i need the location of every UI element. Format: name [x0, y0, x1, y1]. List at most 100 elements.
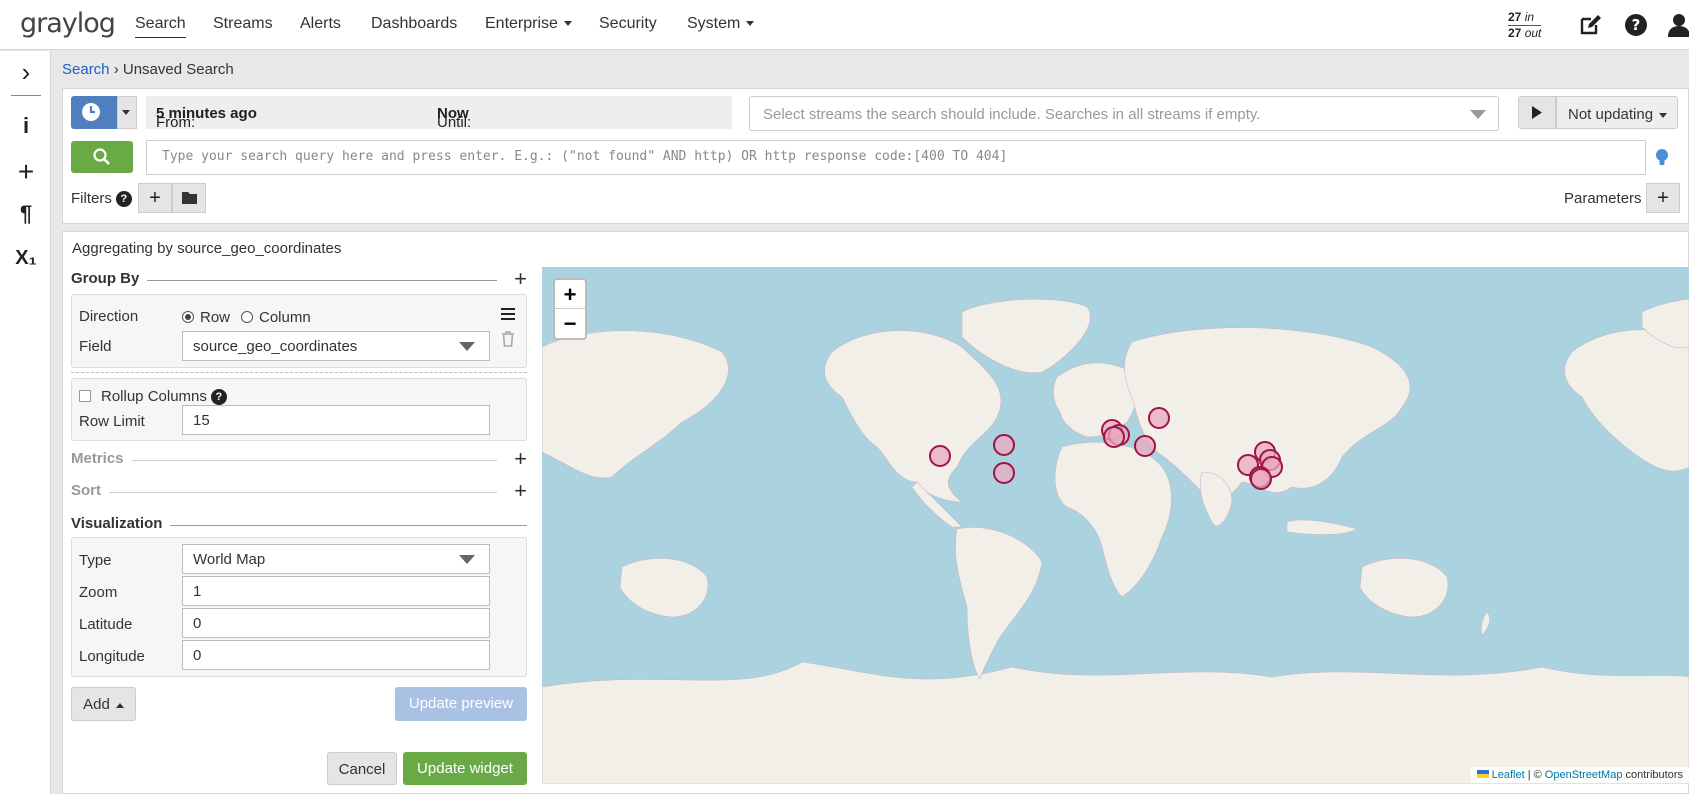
from-label-text: From:	[156, 114, 196, 131]
top-navbar: graylog Search Streams Alerts Dashboards…	[0, 0, 1689, 50]
field-value: source_geo_coordinates	[193, 338, 358, 355]
breadcrumb-search-link[interactable]: Search	[62, 61, 110, 78]
map-marker[interactable]	[1250, 468, 1272, 490]
nav-enterprise-label: Enterprise	[485, 15, 558, 32]
land-australia-west-copy	[619, 557, 709, 618]
drag-handle-icon[interactable]	[500, 306, 516, 322]
add-sort-button[interactable]: +	[514, 478, 527, 504]
filters-text: Filters	[71, 190, 112, 207]
dropdown-arrow-icon	[459, 342, 475, 351]
help-icon[interactable]: ?	[115, 191, 132, 207]
map-marker[interactable]	[993, 434, 1015, 456]
land-north-america-east-copy	[1564, 329, 1689, 472]
nav-system[interactable]: System	[687, 15, 755, 33]
svg-text:?: ?	[1632, 16, 1641, 34]
direction-radio-column[interactable]: Column	[241, 309, 311, 326]
cancel-button[interactable]: Cancel	[327, 752, 397, 785]
world-map[interactable]	[542, 267, 1689, 784]
update-preview-button[interactable]: Update preview	[395, 687, 527, 721]
radio-checked-icon	[182, 311, 194, 323]
throughput-out-count: 27	[1508, 26, 1522, 40]
time-range-dropdown[interactable]	[117, 96, 137, 129]
graylog-logo[interactable]: graylog	[20, 8, 116, 39]
visualization-type-select[interactable]: World Map	[182, 544, 490, 574]
nav-dashboards[interactable]: Dashboards	[371, 15, 457, 33]
refresh-play-button[interactable]	[1518, 96, 1556, 129]
leaflet-link[interactable]: Leaflet	[1492, 769, 1525, 781]
load-filter-button[interactable]	[172, 183, 206, 213]
plus-icon: +	[1657, 187, 1669, 209]
land-africa	[1054, 441, 1172, 598]
nav-search[interactable]: Search	[135, 15, 186, 38]
add-metric-button[interactable]: +	[514, 446, 527, 472]
visualization-section: Visualization	[71, 515, 527, 535]
dropdown-arrow-icon	[1470, 110, 1486, 119]
edit-icon[interactable]	[1578, 13, 1602, 37]
play-icon	[1532, 106, 1542, 119]
nav-streams[interactable]: Streams	[213, 15, 273, 33]
land-indonesia	[1286, 519, 1358, 535]
search-button[interactable]	[71, 141, 133, 173]
user-icon[interactable]	[1667, 13, 1689, 37]
latitude-input[interactable]: 0	[182, 608, 490, 638]
add-button[interactable]: Add	[71, 687, 136, 721]
update-widget-button[interactable]: Update widget	[403, 752, 527, 785]
land-new-zealand	[1480, 611, 1491, 636]
direction-radio-row[interactable]: Row	[182, 309, 230, 326]
caret-down-icon	[1659, 112, 1668, 118]
add-parameter-button[interactable]: +	[1646, 183, 1680, 213]
logo-text: graylog	[20, 8, 116, 39]
dropdown-arrow-icon	[459, 555, 475, 564]
refresh-interval-dropdown[interactable]: Not updating	[1556, 96, 1678, 129]
zoom-input[interactable]: 1	[182, 576, 490, 606]
longitude-input[interactable]: 0	[182, 640, 490, 670]
add-group-by-button[interactable]: +	[514, 266, 527, 292]
caret-down-icon	[122, 110, 130, 115]
group-divider	[71, 372, 527, 373]
map-marker[interactable]	[1134, 435, 1156, 457]
zoom-out-button[interactable]: −	[555, 309, 585, 338]
breadcrumb-separator: ›	[113, 61, 119, 78]
sidebar-divider	[11, 95, 41, 96]
land-greenland	[961, 298, 1091, 374]
until-label: Until: Now	[437, 105, 471, 131]
map-marker[interactable]	[1148, 407, 1170, 429]
info-icon[interactable]: i	[13, 113, 39, 139]
nav-enterprise[interactable]: Enterprise	[485, 15, 572, 33]
land-antarctica	[542, 661, 1689, 784]
throughput-counter[interactable]: 27 in 27 out	[1508, 10, 1542, 41]
trash-icon[interactable]	[501, 331, 515, 347]
help-icon[interactable]: ?	[1624, 13, 1648, 37]
add-filter-button[interactable]: +	[138, 183, 172, 213]
plus-icon[interactable]: +	[13, 156, 39, 187]
nav-alerts[interactable]: Alerts	[300, 15, 341, 33]
time-range-button[interactable]	[71, 96, 117, 129]
lightbulb-icon[interactable]	[1655, 148, 1669, 168]
ukraine-flag-icon	[1476, 770, 1489, 778]
section-divider	[71, 460, 497, 461]
help-icon[interactable]: ?	[210, 389, 227, 405]
metrics-heading: Metrics	[71, 450, 132, 467]
map-tiles	[542, 298, 1689, 784]
paragraph-icon[interactable]: ¶	[13, 201, 39, 227]
time-range-display[interactable]: From: 5 minutes ago Until: Now	[146, 96, 732, 131]
zoom-in-button[interactable]: +	[555, 280, 585, 309]
map-marker[interactable]	[1103, 426, 1125, 448]
rollup-columns-checkbox[interactable]: Rollup Columns?	[79, 388, 227, 405]
caret-down-icon	[746, 21, 755, 27]
visualization-heading: Visualization	[71, 515, 171, 532]
nav-security[interactable]: Security	[599, 15, 657, 33]
map-attribution: Leaflet | © OpenStreetMap contributors	[1470, 767, 1689, 783]
search-query-input[interactable]: Type your search query here and press en…	[146, 140, 1646, 175]
field-select[interactable]: source_geo_coordinates	[182, 331, 490, 361]
map-marker[interactable]	[993, 462, 1015, 484]
map-marker[interactable]	[929, 445, 951, 467]
breadcrumb-current: Unsaved Search	[122, 61, 234, 78]
openstreetmap-link[interactable]: OpenStreetMap	[1545, 769, 1623, 781]
row-limit-input[interactable]: 15	[182, 405, 490, 435]
sort-heading: Sort	[71, 482, 109, 499]
streams-select[interactable]: Select streams the search should include…	[749, 96, 1499, 131]
direction-column-label: Column	[259, 309, 311, 326]
chevron-right-icon[interactable]: ›	[13, 57, 39, 87]
subscript-icon[interactable]: X₁	[13, 247, 39, 273]
